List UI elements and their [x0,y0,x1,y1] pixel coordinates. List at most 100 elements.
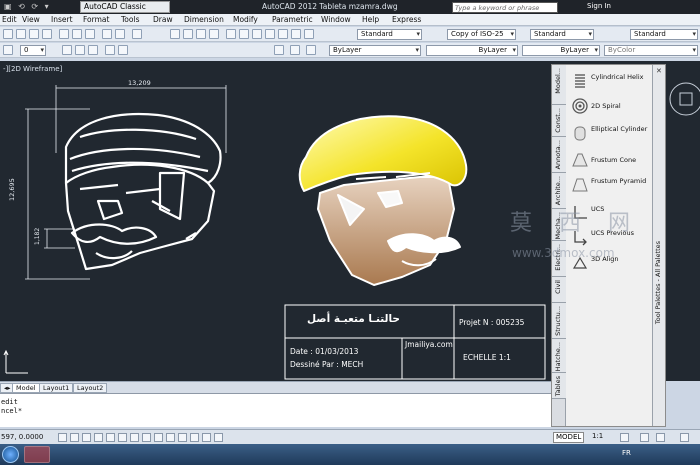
3d-object-snap-icon[interactable] [130,433,139,442]
menu-edit[interactable]: Edit [2,15,17,24]
tab-constraints[interactable]: Const... [552,105,566,137]
tool-palettes-icon[interactable] [252,29,262,39]
layer-on-icon[interactable] [62,45,72,55]
object-snap-tracking-icon[interactable] [142,433,151,442]
tool-cylindrical-helix[interactable]: Cylindrical Helix [569,69,653,93]
multileader-style-dropdown[interactable]: Standard [630,29,698,40]
linetype-dropdown[interactable]: ByLayer [426,45,518,56]
dynamic-ucs-icon[interactable] [154,433,163,442]
tool-2d-spiral[interactable]: 2D Spiral [569,94,653,118]
layer-color-icon[interactable] [105,45,115,55]
layer-previous-icon[interactable] [118,45,128,55]
object-snap-icon[interactable] [118,433,127,442]
menu-insert[interactable]: Insert [51,15,73,24]
annotation-scale[interactable]: 1:1 [592,432,603,440]
help-search-input[interactable]: Type a keyword or phrase [452,2,558,13]
calculator-icon[interactable] [291,29,301,39]
language-indicator[interactable]: FR [622,449,631,457]
tool-frustum-cone[interactable]: Frustum Cone [569,148,653,172]
save-icon[interactable] [29,29,39,39]
selection-cycling-icon[interactable] [214,433,223,442]
ortho-mode-icon[interactable] [94,433,103,442]
dim-style-dropdown[interactable]: Copy of ISO-25 [447,29,516,40]
layer-freeze-icon[interactable] [75,45,85,55]
tab-tables[interactable]: Tables [552,373,566,399]
plot-style-dropdown[interactable]: ByColor [604,45,698,56]
palette-title: Tool Palettes - All Palettes [654,241,662,325]
quick-properties-icon[interactable] [202,433,211,442]
coordinates-readout[interactable]: 597, 0.0000 [1,433,43,441]
palette-title-strip[interactable]: ✕ Tool Palettes - All Palettes [652,65,665,426]
model-space-button[interactable]: MODEL [553,432,585,443]
layer-lock-icon[interactable] [88,45,98,55]
zoom-window-icon[interactable] [196,29,206,39]
layer-state-icon[interactable] [290,45,300,55]
menu-express[interactable]: Express [392,15,421,24]
menu-modify[interactable]: Modify [233,15,258,24]
open-icon[interactable] [16,29,26,39]
menu-tools[interactable]: Tools [121,15,139,24]
plot-icon[interactable] [42,29,52,39]
quick-access-toolbar[interactable]: ▣ ⟲ ⟳ ▾ [4,2,51,11]
layer-dropdown[interactable]: 0 [20,45,46,56]
tool-frustum-pyramid[interactable]: Frustum Pyramid [569,173,653,197]
help-icon[interactable] [304,29,314,39]
sign-in-link[interactable]: Sign In [587,2,611,10]
lineweight-dropdown[interactable]: ByLayer [522,45,600,56]
infer-constraints-icon[interactable] [58,433,67,442]
clean-screen-icon[interactable] [680,433,689,442]
workspace-switch-icon[interactable] [620,433,629,442]
tab-modeling[interactable]: Model... [552,65,566,105]
redo-icon[interactable] [132,29,142,39]
tab-layout1[interactable]: Layout1 [39,383,74,393]
tool-elliptical-cylinder[interactable]: Elliptical Cylinder [569,121,653,145]
zoom-realtime-icon[interactable] [183,29,193,39]
pan-icon[interactable] [170,29,180,39]
menu-help[interactable]: Help [362,15,379,24]
sheet-set-icon[interactable] [265,29,275,39]
make-current-icon[interactable] [274,45,284,55]
polar-tracking-icon[interactable] [106,433,115,442]
menu-view[interactable]: View [22,15,40,24]
tab-structural[interactable]: Structu... [552,303,566,339]
menu-parametric[interactable]: Parametric [272,15,313,24]
tab-layout2[interactable]: Layout2 [73,383,108,393]
layer-isolate-icon[interactable] [306,45,316,55]
menu-draw[interactable]: Draw [153,15,173,24]
autocad-taskbar-icon[interactable] [24,446,50,463]
command-line[interactable]: edit ncel* [0,393,551,427]
tab-annotation[interactable]: Annota... [552,137,566,173]
menu-window[interactable]: Window [321,15,351,24]
properties-icon[interactable] [226,29,236,39]
paste-icon[interactable] [85,29,95,39]
isolate-objects-icon[interactable] [656,433,665,442]
tab-architectural[interactable]: Archite... [552,173,566,209]
tab-civil[interactable]: Civil [552,277,566,303]
lock-icon[interactable] [640,433,649,442]
close-icon[interactable]: ✕ [656,67,662,75]
dynamic-input-icon[interactable] [166,433,175,442]
lineweight-value: ByLayer [560,46,589,54]
markup-icon[interactable] [278,29,288,39]
grid-display-icon[interactable] [82,433,91,442]
copy-icon[interactable] [72,29,82,39]
text-style-dropdown[interactable]: Standard [357,29,422,40]
lineweight-icon[interactable] [178,433,187,442]
start-button-icon[interactable] [2,446,19,463]
layer-properties-icon[interactable] [3,45,13,55]
snap-mode-icon[interactable] [70,433,79,442]
tab-model[interactable]: Model [12,383,40,393]
match-properties-icon[interactable] [102,29,112,39]
tab-hatches[interactable]: Hatche... [552,339,566,373]
design-center-icon[interactable] [239,29,249,39]
zoom-previous-icon[interactable] [209,29,219,39]
color-dropdown[interactable]: ByLayer [329,45,421,56]
menu-format[interactable]: Format [83,15,109,24]
table-style-dropdown[interactable]: Standard [530,29,594,40]
new-icon[interactable] [3,29,13,39]
cut-icon[interactable] [59,29,69,39]
undo-icon[interactable] [115,29,125,39]
menu-dimension[interactable]: Dimension [184,15,224,24]
transparency-icon[interactable] [190,433,199,442]
workspace-dropdown[interactable]: AutoCAD Classic [80,1,170,13]
